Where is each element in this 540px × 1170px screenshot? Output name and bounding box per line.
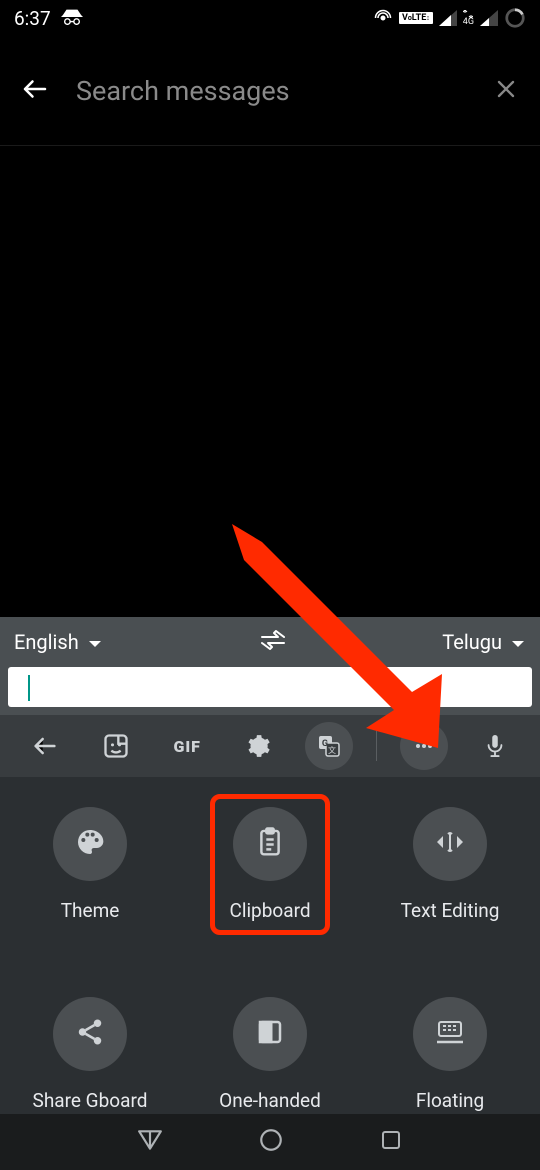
floating-label: Floating (416, 1089, 484, 1112)
clipboard-option[interactable]: Clipboard (195, 807, 345, 927)
search-input[interactable] (76, 75, 466, 107)
translate-button[interactable]: G文 (305, 722, 353, 770)
annotation-highlight: Clipboard (210, 794, 329, 935)
kb-back-button[interactable] (21, 722, 69, 770)
system-nav-bar (0, 1114, 540, 1170)
keyboard-options: Theme Clipboard Text Editing Share Gboar… (0, 777, 540, 1152)
text-editing-label: Text Editing (401, 899, 500, 922)
message-list (0, 146, 540, 617)
incognito-icon (61, 7, 83, 30)
signal-icon-1 (439, 10, 457, 26)
floating-icon (433, 1018, 467, 1050)
one-handed-option[interactable]: One-handed (195, 997, 345, 1112)
one-handed-label: One-handed (219, 1089, 321, 1112)
clipboard-icon (255, 826, 285, 862)
status-time: 6:37 (14, 7, 51, 30)
nav-back-icon[interactable] (137, 1127, 163, 1157)
mic-button[interactable] (471, 722, 519, 770)
share-icon (75, 1017, 105, 1051)
signal-icon-2 (480, 10, 498, 26)
keyboard-toolbar: GIF G文 (0, 715, 540, 777)
app-search-bar (0, 36, 540, 146)
data-indicator: 4G (463, 10, 474, 26)
translate-strip: English Telugu (0, 617, 540, 667)
close-icon[interactable] (492, 75, 520, 107)
nav-recent-icon[interactable] (379, 1128, 403, 1156)
lang-from-label: English (14, 630, 79, 654)
loading-icon (504, 7, 526, 29)
back-icon[interactable] (20, 74, 50, 108)
clipboard-label: Clipboard (229, 899, 310, 922)
volte-icon: VoLTE↕ (399, 12, 433, 24)
one-handed-icon (255, 1017, 285, 1051)
lang-from-selector[interactable]: English (14, 630, 103, 654)
settings-button[interactable] (234, 722, 282, 770)
text-editing-option[interactable]: Text Editing (375, 807, 525, 927)
more-button[interactable] (400, 722, 448, 770)
keyboard-text-input[interactable] (8, 667, 532, 707)
theme-label: Theme (61, 899, 120, 922)
swap-icon[interactable] (260, 630, 286, 655)
toolbar-divider (376, 731, 377, 761)
floating-option[interactable]: Floating (375, 997, 525, 1112)
status-bar: 6:37 VoLTE↕ 4G (0, 0, 540, 36)
gif-button[interactable]: GIF (163, 722, 211, 770)
svg-text:文: 文 (328, 745, 336, 755)
share-label: Share Gboard (33, 1089, 148, 1112)
palette-icon (74, 826, 106, 862)
theme-option[interactable]: Theme (15, 807, 165, 927)
sticker-button[interactable] (92, 722, 140, 770)
nav-home-icon[interactable] (258, 1127, 284, 1157)
chevron-down-icon (87, 630, 103, 654)
text-cursor-icon (433, 828, 467, 860)
lang-to-selector[interactable]: Telugu (442, 630, 526, 654)
lang-to-label: Telugu (442, 630, 502, 654)
share-option[interactable]: Share Gboard (15, 997, 165, 1112)
chevron-down-icon (510, 630, 526, 654)
hotspot-icon (373, 8, 393, 28)
keyboard-input-row (0, 667, 540, 715)
